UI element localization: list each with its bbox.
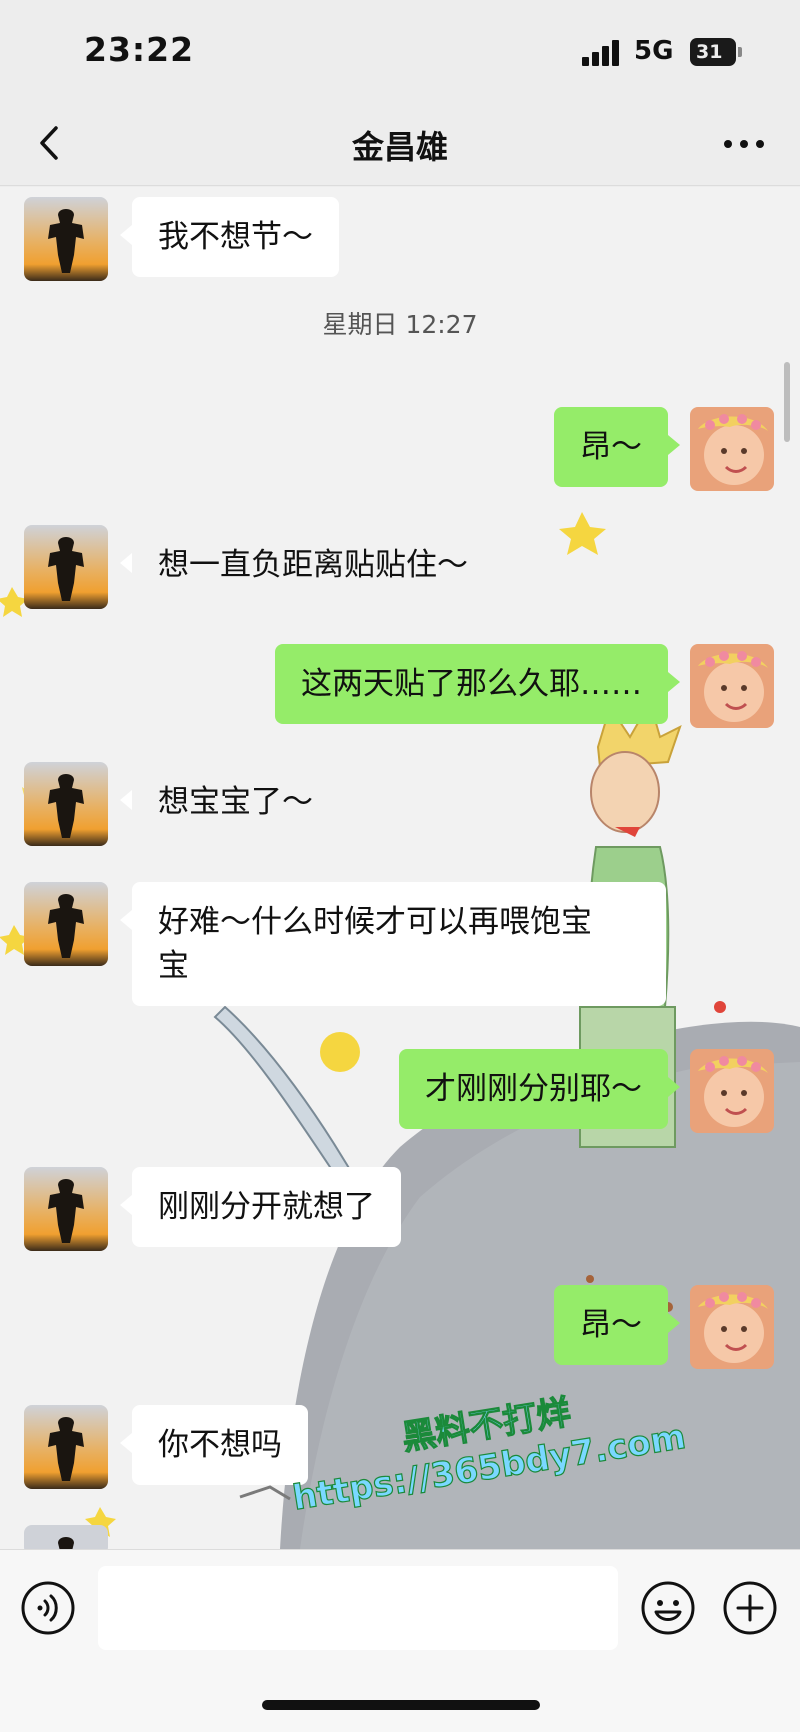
message-input[interactable] xyxy=(98,1566,618,1650)
home-indicator[interactable] xyxy=(262,1700,540,1710)
message-text: 昂～ xyxy=(580,1307,642,1343)
contact-avatar[interactable] xyxy=(24,882,108,966)
self-avatar[interactable] xyxy=(690,1049,774,1133)
message-text: 想一直负距离贴贴住～ xyxy=(158,547,468,583)
network-type: 5G xyxy=(634,36,674,66)
message-timestamp: 星期日 12:27 xyxy=(322,310,478,339)
message-text: 想宝宝了～ xyxy=(158,784,313,820)
outgoing-message-bubble[interactable]: 才刚刚分别耶～ xyxy=(399,1049,680,1129)
message-text: 宝 xyxy=(158,948,189,984)
message-text: 刚刚分开就想了 xyxy=(158,1189,375,1225)
contact-avatar[interactable] xyxy=(24,1405,108,1489)
voice-icon[interactable] xyxy=(20,1580,76,1636)
more-dots-icon[interactable] xyxy=(722,128,766,158)
message-text: 我不想节～ xyxy=(158,219,313,255)
contact-avatar[interactable] xyxy=(24,1525,108,1549)
message-text: 才刚刚分别耶～ xyxy=(425,1071,642,1107)
chat-header: 金昌雄 xyxy=(0,100,800,186)
incoming-message-bubble[interactable]: 我不想节～ xyxy=(120,197,339,277)
emoji-icon[interactable] xyxy=(640,1580,696,1636)
chat-wallpaper xyxy=(0,512,800,1549)
contact-avatar[interactable] xyxy=(24,762,108,846)
contact-avatar[interactable] xyxy=(24,525,108,609)
self-avatar[interactable] xyxy=(690,1285,774,1369)
contact-avatar[interactable] xyxy=(24,197,108,281)
message-text: 昂～ xyxy=(580,429,642,465)
chat-title: 金昌雄 xyxy=(351,128,448,166)
incoming-message-bubble[interactable]: 想宝宝了～ xyxy=(120,762,339,842)
message-text: 好难～什么时候才可以再喂饱宝 xyxy=(158,904,592,940)
outgoing-message-bubble[interactable]: 昂～ xyxy=(554,407,680,487)
status-bar: 23:22 5G 31 xyxy=(0,0,800,100)
incoming-message-bubble[interactable]: 你不想吗 xyxy=(120,1405,308,1485)
message-text: 这两天贴了那么久耶…… xyxy=(301,666,642,702)
message-input-bar xyxy=(0,1549,800,1732)
self-avatar[interactable] xyxy=(690,644,774,728)
chat-message-list[interactable]: 我不想节～ 星期日 12:27 昂～ 想一直负距离贴贴住～ 这两天贴了那么久耶…… xyxy=(0,187,800,1549)
incoming-message-bubble[interactable]: 好难～什么时候才可以再喂饱宝 宝 xyxy=(120,882,666,1006)
battery-level: 31 xyxy=(696,41,723,63)
signal-icon xyxy=(582,40,622,66)
status-time: 23:22 xyxy=(84,30,195,69)
battery-icon: 31 xyxy=(690,38,742,66)
incoming-message-bubble[interactable]: 刚刚分开就想了 xyxy=(120,1167,401,1247)
message-text: 你不想吗 xyxy=(158,1427,282,1463)
scrollbar[interactable] xyxy=(784,362,790,442)
outgoing-message-bubble[interactable]: 昂～ xyxy=(554,1285,680,1365)
incoming-message-bubble[interactable]: 想一直负距离贴贴住～ xyxy=(120,525,494,605)
plus-icon[interactable] xyxy=(722,1580,778,1636)
outgoing-message-bubble[interactable]: 这两天贴了那么久耶…… xyxy=(275,644,680,724)
contact-avatar[interactable] xyxy=(24,1167,108,1251)
self-avatar[interactable] xyxy=(690,407,774,491)
